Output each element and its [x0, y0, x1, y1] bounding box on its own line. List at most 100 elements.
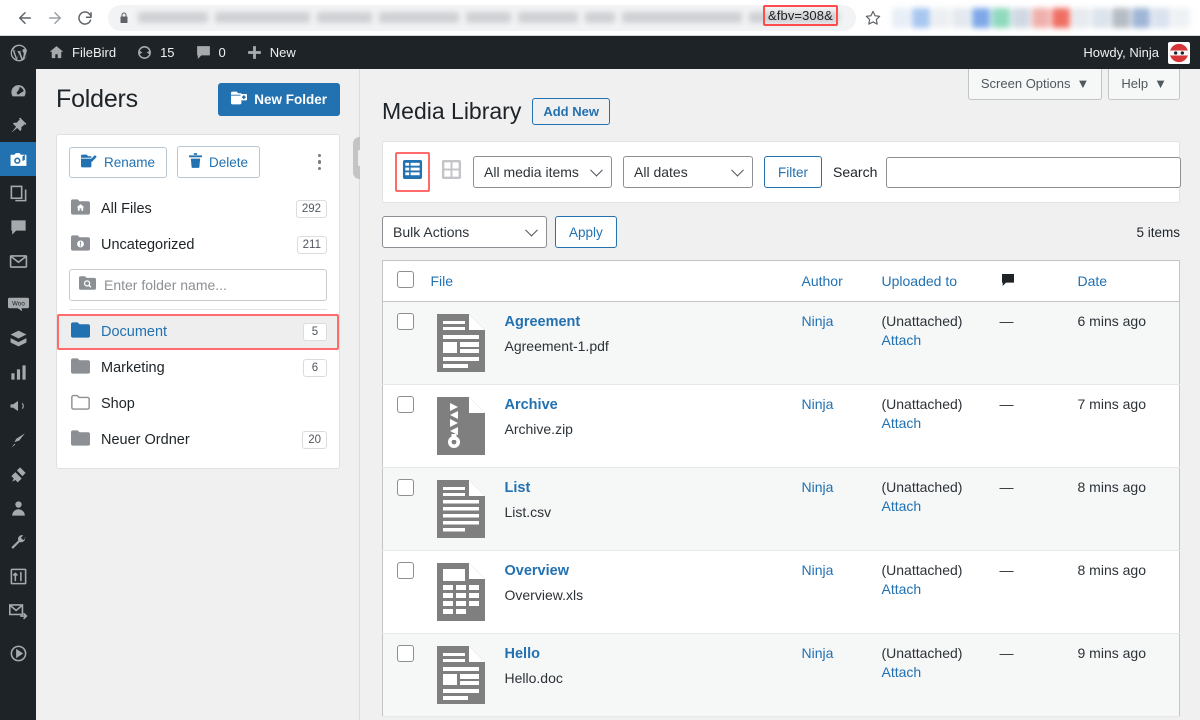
folder-item-document[interactable]: Document 5 — [57, 314, 339, 350]
sidebar-item-users[interactable] — [0, 491, 36, 525]
account-menu[interactable]: Howdy, Ninja — [1083, 42, 1200, 64]
table-row[interactable]: Hello Hello.doc Ninja (Unattached) Attac… — [383, 634, 1180, 717]
search-input[interactable] — [886, 157, 1181, 188]
attach-link[interactable]: Attach — [882, 415, 984, 431]
date-filter[interactable]: All dates — [623, 156, 753, 188]
folder-item-all-files[interactable]: All Files 292 — [57, 191, 339, 227]
admin-menu-rail: Woo — [0, 69, 36, 720]
sidebar-item-media[interactable] — [0, 142, 36, 176]
sidebar-item-marketing[interactable] — [0, 389, 36, 423]
attach-link[interactable]: Attach — [882, 581, 984, 597]
folder-label: Neuer Ordner — [101, 432, 190, 448]
comments-menu[interactable]: 0 — [185, 36, 236, 69]
file-title-link[interactable]: Hello — [505, 646, 540, 662]
site-name-menu[interactable]: FileBird — [38, 36, 126, 69]
table-row[interactable]: Overview Overview.xls Ninja (Unattached)… — [383, 551, 1180, 634]
media-type-filter[interactable]: All media items — [473, 156, 612, 188]
date-filter-wrap: All dates — [623, 156, 753, 188]
row-select-cell — [383, 302, 423, 385]
row-checkbox[interactable] — [397, 313, 414, 330]
author-link[interactable]: Ninja — [802, 562, 866, 578]
column-comments[interactable] — [992, 261, 1070, 302]
updates-count: 15 — [160, 45, 174, 60]
row-checkbox[interactable] — [397, 396, 414, 413]
more-options-icon[interactable] — [312, 150, 328, 175]
attach-link[interactable]: Attach — [882, 498, 984, 514]
back-arrow-icon[interactable] — [10, 3, 40, 33]
author-link[interactable]: Ninja — [802, 479, 866, 495]
new-content-menu[interactable]: New — [236, 36, 306, 69]
attach-link[interactable]: Attach — [882, 664, 984, 680]
apply-button[interactable]: Apply — [555, 216, 617, 248]
rename-button[interactable]: Rename — [69, 147, 167, 178]
zip-archive-icon — [431, 396, 491, 456]
folder-item-neuer-ordner[interactable]: Neuer Ordner 20 — [57, 422, 339, 458]
sidebar-item-player[interactable] — [0, 636, 36, 670]
screen-options-button[interactable]: Screen Options ▼ — [968, 69, 1102, 100]
file-title-link[interactable]: Agreement — [505, 314, 581, 330]
sidebar-item-plugins[interactable] — [0, 457, 36, 491]
row-uploaded-cell: (Unattached) Attach — [874, 302, 992, 385]
items-count: 5 items — [1136, 225, 1180, 240]
document-file-icon — [431, 313, 491, 373]
new-folder-button[interactable]: New Folder — [218, 83, 340, 116]
sidebar-item-pages[interactable] — [0, 176, 36, 210]
updates-menu[interactable]: 15 — [126, 36, 184, 69]
folder-search-input[interactable] — [104, 277, 317, 293]
column-date[interactable]: Date — [1070, 261, 1180, 302]
bulk-actions-select[interactable]: Bulk Actions — [382, 216, 547, 248]
rename-label: Rename — [104, 155, 155, 170]
sidebar-item-analytics[interactable] — [0, 355, 36, 389]
row-author-cell: Ninja — [794, 551, 874, 634]
row-checkbox[interactable] — [397, 645, 414, 662]
sidebar-item-mail[interactable] — [0, 244, 36, 278]
folder-search-box[interactable] — [69, 269, 327, 301]
row-author-cell: Ninja — [794, 385, 874, 468]
address-bar[interactable]: &fbv=308& — [108, 5, 856, 31]
row-checkbox[interactable] — [397, 479, 414, 496]
grid-view-icon[interactable] — [441, 159, 462, 185]
sidebar-item-posts[interactable] — [0, 108, 36, 142]
folder-item-uncategorized[interactable]: Uncategorized 211 — [57, 227, 339, 263]
reload-icon[interactable] — [70, 3, 100, 33]
select-all-checkbox[interactable] — [397, 271, 414, 288]
forward-arrow-icon[interactable] — [40, 3, 70, 33]
sidebar-item-dashboard[interactable] — [0, 74, 36, 108]
table-body: Agreement Agreement-1.pdf Ninja (Unattac… — [383, 302, 1180, 717]
folder-item-marketing[interactable]: Marketing 6 — [57, 350, 339, 386]
file-title-link[interactable]: Archive — [505, 397, 558, 413]
filter-button[interactable]: Filter — [764, 156, 822, 188]
column-author[interactable]: Author — [794, 261, 874, 302]
add-new-button[interactable]: Add New — [532, 98, 610, 125]
row-date-cell: 6 mins ago — [1070, 302, 1180, 385]
file-title-link[interactable]: Overview — [505, 563, 570, 579]
star-icon[interactable] — [860, 5, 886, 31]
sidebar-item-tools[interactable] — [0, 525, 36, 559]
folder-label: Shop — [101, 396, 135, 412]
sidebar-item-appearance[interactable] — [0, 423, 36, 457]
column-file[interactable]: File — [423, 261, 794, 302]
table-row[interactable]: Agreement Agreement-1.pdf Ninja (Unattac… — [383, 302, 1180, 385]
help-button[interactable]: Help ▼ — [1108, 69, 1180, 100]
wordpress-logo-icon[interactable] — [0, 36, 38, 69]
row-checkbox[interactable] — [397, 562, 414, 579]
author-link[interactable]: Ninja — [802, 396, 866, 412]
author-link[interactable]: Ninja — [802, 645, 866, 661]
sidebar-item-comments[interactable] — [0, 210, 36, 244]
table-row[interactable]: Archive Archive.zip Ninja (Unattached) A… — [383, 385, 1180, 468]
sidebar-item-settings[interactable] — [0, 559, 36, 593]
column-uploaded-to[interactable]: Uploaded to — [874, 261, 992, 302]
sidebar-item-mail-forward[interactable] — [0, 593, 36, 627]
help-label: Help — [1121, 76, 1148, 91]
row-select-cell — [383, 634, 423, 717]
author-link[interactable]: Ninja — [802, 313, 866, 329]
folder-item-shop[interactable]: Shop — [57, 386, 339, 422]
delete-button[interactable]: Delete — [177, 146, 260, 178]
table-row[interactable]: List List.csv Ninja (Unattached) Attach … — [383, 468, 1180, 551]
sidebar-item-woocommerce[interactable]: Woo — [0, 287, 36, 321]
folder-icon — [71, 358, 90, 378]
sidebar-item-products[interactable] — [0, 321, 36, 355]
list-view-icon[interactable] — [402, 159, 423, 185]
attach-link[interactable]: Attach — [882, 332, 984, 348]
file-title-link[interactable]: List — [505, 480, 531, 496]
